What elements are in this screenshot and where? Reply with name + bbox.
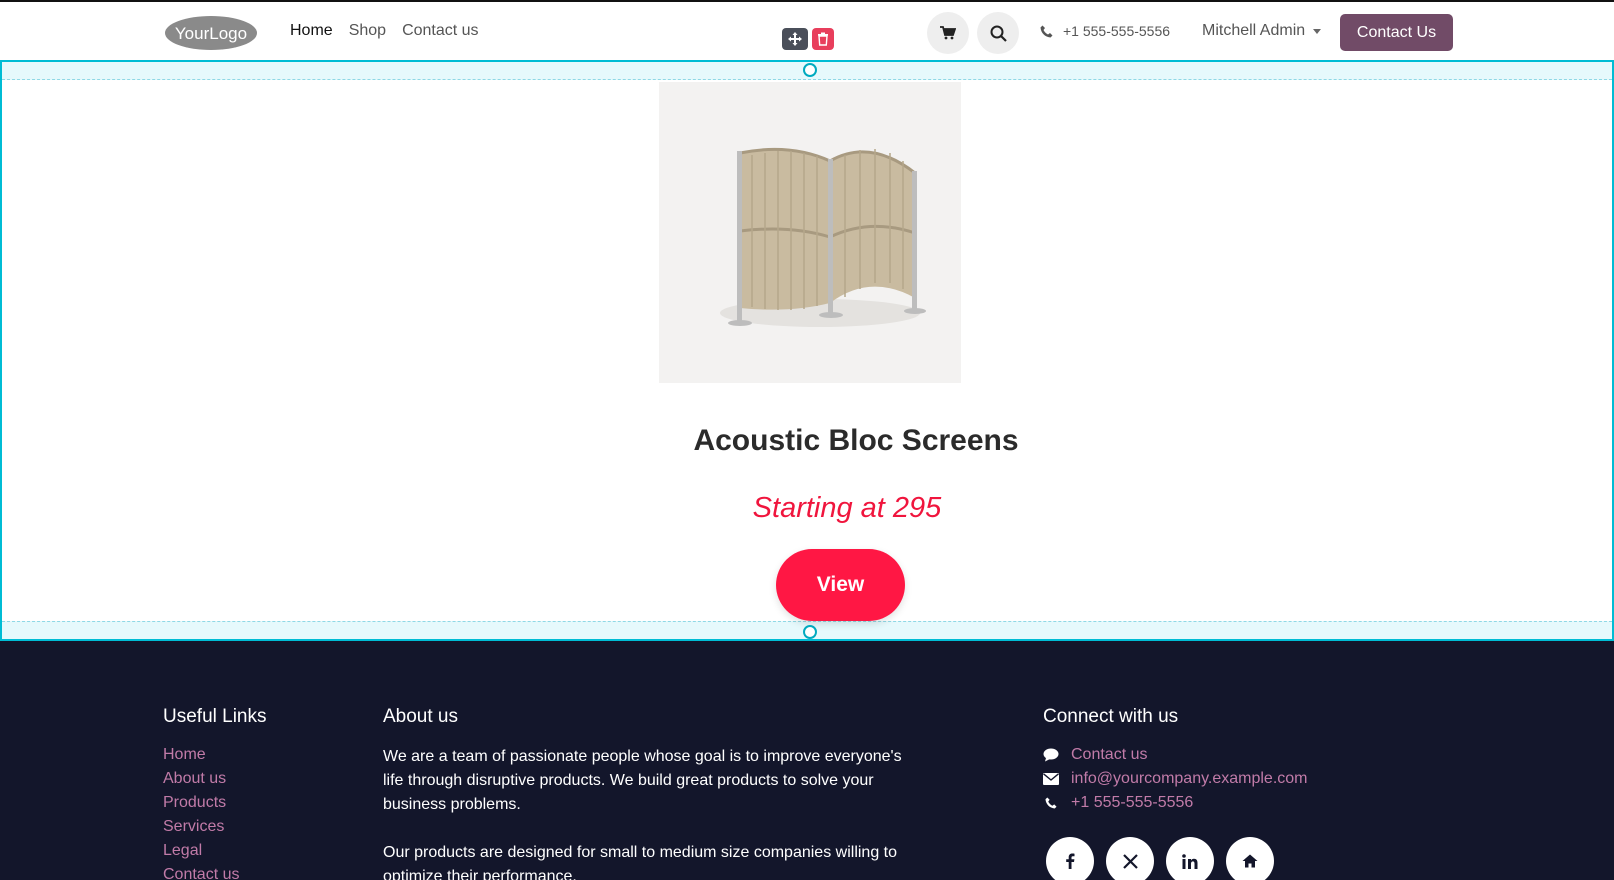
user-name: Mitchell Admin	[1202, 22, 1306, 39]
about-text: We are a team of passionate people whose…	[383, 745, 913, 880]
user-menu[interactable]: Mitchell Admin	[1202, 22, 1322, 40]
logo-text: YourLogo	[175, 24, 247, 43]
header-phone[interactable]: +1 555-555-5556	[1040, 23, 1170, 39]
resize-handle-bottom[interactable]	[803, 625, 817, 639]
main-nav: Home Shop Contact us	[290, 22, 479, 40]
trash-icon[interactable]	[812, 28, 834, 50]
connect-phone[interactable]: +1 555-555-5556	[1043, 793, 1308, 812]
product-snippet-section[interactable]: Acoustic Bloc Screens Starting at 295 Vi…	[0, 60, 1614, 641]
product-price: Starting at 295	[752, 492, 942, 524]
phone-icon	[1043, 796, 1059, 809]
site-header: YourLogo Home Shop Contact us +1 555-555…	[0, 0, 1614, 60]
facebook-icon[interactable]	[1046, 837, 1094, 880]
home-icon[interactable]	[1226, 837, 1274, 880]
view-button[interactable]: View	[776, 549, 905, 621]
footer-link-legal[interactable]: Legal	[163, 841, 239, 860]
footer-link-about[interactable]: About us	[163, 769, 239, 788]
product-title: Acoustic Bloc Screens	[693, 424, 1019, 457]
logo[interactable]: YourLogo	[163, 14, 259, 52]
header-phone-text: +1 555-555-5556	[1063, 23, 1171, 39]
about-heading: About us	[383, 706, 458, 727]
site-footer: Useful Links Home About us Products Serv…	[0, 641, 1614, 880]
nav-contact-us[interactable]: Contact us	[402, 22, 478, 40]
footer-link-contact[interactable]: Contact us	[163, 865, 239, 880]
connect-phone-text: +1 555-555-5556	[1071, 794, 1194, 811]
nav-home[interactable]: Home	[290, 22, 333, 40]
footer-link-home[interactable]: Home	[163, 745, 239, 764]
search-button[interactable]	[977, 12, 1019, 54]
about-paragraph-2: Our products are designed for small to m…	[383, 844, 898, 880]
footer-link-services[interactable]: Services	[163, 817, 239, 836]
connect-email-text: info@yourcompany.example.com	[1071, 770, 1308, 787]
search-icon	[990, 25, 1007, 42]
chat-bubble-icon	[1043, 748, 1059, 762]
phone-icon	[1040, 25, 1053, 37]
footer-link-products[interactable]: Products	[163, 793, 239, 812]
chevron-down-icon	[1313, 28, 1322, 34]
x-icon[interactable]	[1106, 837, 1154, 880]
useful-links-list: Home About us Products Services Legal Co…	[163, 745, 239, 880]
useful-links-heading: Useful Links	[163, 706, 267, 727]
resize-handle-top[interactable]	[803, 63, 817, 77]
product-image[interactable]	[659, 82, 961, 383]
social-links	[1046, 837, 1274, 880]
acoustic-screen-illustration	[720, 147, 926, 327]
move-arrows-icon[interactable]	[782, 28, 808, 50]
nav-shop[interactable]: Shop	[349, 22, 386, 40]
cart-button[interactable]	[927, 12, 969, 54]
block-edit-tools	[782, 28, 834, 50]
contact-us-button[interactable]: Contact Us	[1340, 14, 1453, 51]
cart-icon	[940, 26, 956, 40]
envelope-icon	[1043, 772, 1059, 785]
connect-list: Contact us info@yourcompany.example.com …	[1043, 745, 1308, 812]
connect-contact[interactable]: Contact us	[1043, 745, 1308, 764]
connect-email[interactable]: info@yourcompany.example.com	[1043, 769, 1308, 788]
connect-contact-text: Contact us	[1071, 746, 1148, 763]
linkedin-icon[interactable]	[1166, 837, 1214, 880]
about-paragraph-1: We are a team of passionate people whose…	[383, 748, 902, 813]
connect-heading: Connect with us	[1043, 706, 1179, 727]
